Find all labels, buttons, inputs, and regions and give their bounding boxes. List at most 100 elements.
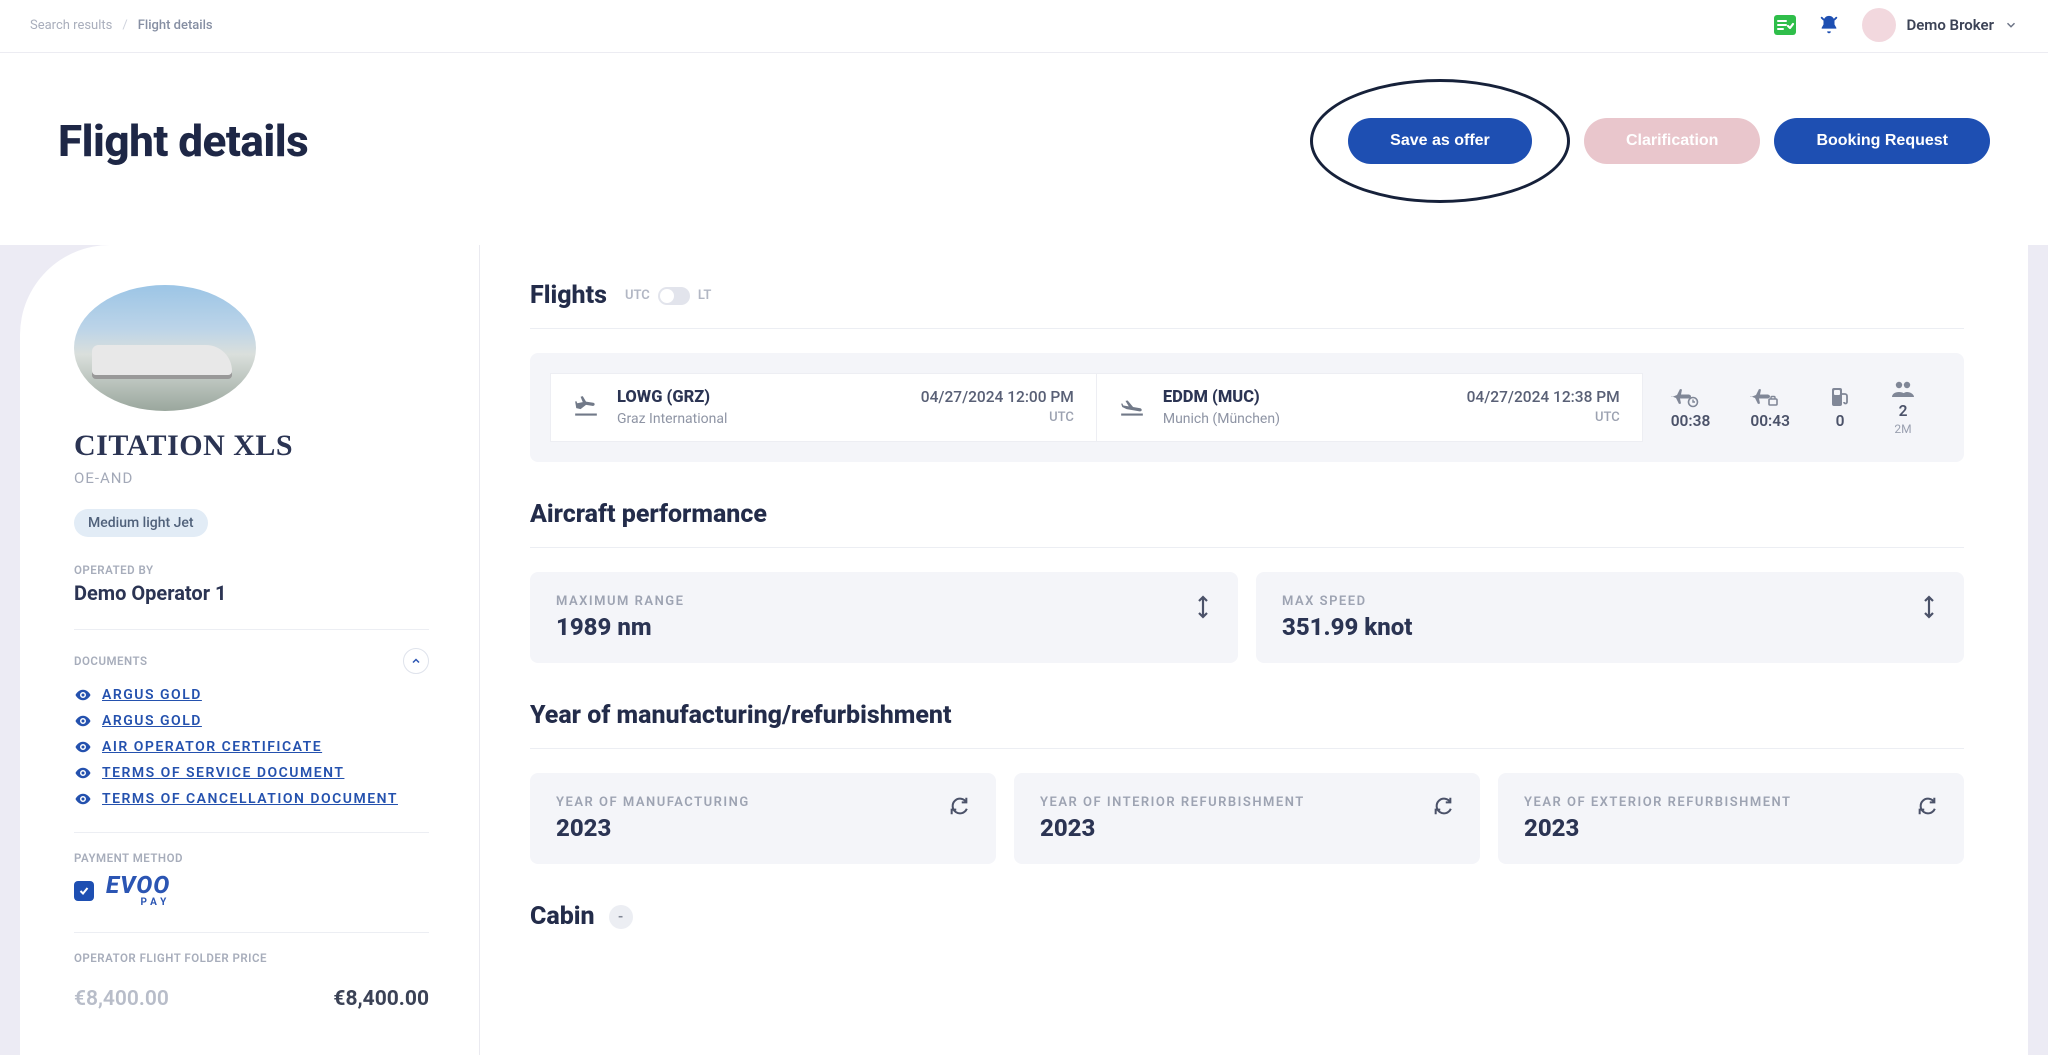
year-manu-value: 2023 [556, 814, 750, 842]
document-list: ARGUS GOLD ARGUS GOLD AIR OPERATOR CERTI… [74, 686, 429, 808]
user-menu[interactable]: Demo Broker [1862, 8, 2018, 42]
aircraft-image [74, 285, 256, 411]
aircraft-registration: OE-AND [74, 469, 429, 487]
max-range-label: MAXIMUM RANGE [556, 594, 684, 609]
year-interior-card: YEAR OF INTERIOR REFURBISHMENT 2023 [1014, 773, 1480, 864]
plane-clock-icon [1671, 386, 1711, 408]
booking-request-button[interactable]: Booking Request [1774, 118, 1990, 164]
price-block: €8,400.00 €8,400.00 [74, 987, 429, 1011]
dest-tz: UTC [1467, 410, 1620, 425]
tz-lt-label: LT [698, 288, 712, 303]
pax-count: 2 [1890, 402, 1916, 420]
stat-block-time: 00:43 [1750, 386, 1790, 430]
eye-icon [74, 738, 92, 756]
documents-header[interactable]: DOCUMENTS [74, 648, 429, 674]
document-link[interactable]: AIR OPERATOR CERTIFICATE [74, 738, 429, 756]
dest-name: Munich (München) [1163, 411, 1280, 427]
breadcrumb: Search results / Flight details [30, 18, 213, 33]
cabin-section: Cabin - [530, 902, 1964, 931]
origin-code: LOWG (GRZ) [617, 388, 727, 407]
topbar-right: Demo Broker [1774, 8, 2018, 42]
flights-title: Flights [530, 281, 607, 310]
plane-landing-icon [1119, 394, 1145, 420]
origin-tz: UTC [921, 410, 1074, 425]
year-manu-card: YEAR OF MANUFACTURING 2023 [530, 773, 996, 864]
aircraft-category-chip: Medium light Jet [74, 509, 208, 537]
header: Flight details Save as offer Clarificati… [0, 53, 2048, 245]
voopay-logo: EVOO [106, 875, 170, 897]
document-name: TERMS OF SERVICE DOCUMENT [102, 765, 344, 781]
switch-icon[interactable] [658, 287, 690, 305]
year-exterior-value: 2023 [1524, 814, 1792, 842]
payment-row: EVOO PAY [74, 875, 429, 908]
plane-briefcase-icon [1750, 386, 1790, 408]
payment-block: PAYMENT METHOD EVOO PAY [74, 851, 429, 908]
operator-name: Demo Operator 1 [74, 581, 429, 605]
highlight-ellipse: Save as offer [1310, 79, 1570, 203]
page-title: Flight details [58, 115, 308, 167]
eye-icon [74, 764, 92, 782]
eye-icon [74, 712, 92, 730]
stat-pax: 2 2M [1890, 380, 1916, 436]
bell-icon[interactable] [1818, 14, 1840, 36]
content-panel: CITATION XLS OE-AND Medium light Jet OPE… [20, 245, 2028, 1055]
pax-breakdown: 2M [1890, 422, 1916, 436]
vertical-arrows-icon [1920, 594, 1938, 620]
breadcrumb-root[interactable]: Search results [30, 18, 112, 33]
flight-duration: 00:38 [1671, 412, 1711, 430]
document-link[interactable]: TERMS OF SERVICE DOCUMENT [74, 764, 429, 782]
chevron-up-icon[interactable] [403, 648, 429, 674]
year-exterior-card: YEAR OF EXTERIOR REFURBISHMENT 2023 [1498, 773, 1964, 864]
max-speed-value: 351.99 knot [1282, 613, 1412, 641]
year-exterior-label: YEAR OF EXTERIOR REFURBISHMENT [1524, 795, 1792, 810]
block-time: 00:43 [1750, 412, 1790, 430]
eye-icon [74, 790, 92, 808]
operator-block: OPERATED BY Demo Operator 1 [74, 563, 429, 605]
max-speed-card: MAX SPEED 351.99 knot [1256, 572, 1964, 663]
vertical-arrows-icon [1194, 594, 1212, 620]
max-range-card: MAXIMUM RANGE 1989 nm [530, 572, 1238, 663]
year-manu-label: YEAR OF MANUFACTURING [556, 795, 750, 810]
payment-label: PAYMENT METHOD [74, 851, 429, 865]
performance-grid: MAXIMUM RANGE 1989 nm MAX SPEED 351.99 k… [530, 572, 1964, 663]
breadcrumb-sep: / [122, 18, 127, 33]
year-grid: YEAR OF MANUFACTURING 2023 YEAR OF INTER… [530, 773, 1964, 864]
checkbox-checked-icon[interactable] [74, 881, 94, 901]
main-content: Flights UTC LT LOWG (GRZ [480, 245, 2028, 1055]
max-range-value: 1989 nm [556, 613, 684, 641]
sync-icon [1916, 795, 1938, 817]
top-bar: Search results / Flight details Demo Bro… [0, 0, 2048, 53]
origin-datetime: 04/27/2024 12:00 PM [921, 388, 1074, 406]
document-name: ARGUS GOLD [102, 687, 202, 703]
max-speed-label: MAX SPEED [1282, 594, 1412, 609]
timezone-toggle[interactable]: UTC LT [625, 287, 711, 305]
payment-brand: EVOO PAY [106, 875, 170, 908]
clarification-button[interactable]: Clarification [1584, 118, 1760, 164]
cabin-title: Cabin [530, 902, 595, 931]
document-link[interactable]: ARGUS GOLD [74, 712, 429, 730]
flight-stats: 00:38 00:43 0 [1643, 373, 1944, 442]
origin-name: Graz International [617, 411, 727, 427]
stat-fuel: 0 [1830, 386, 1850, 430]
sync-icon [948, 795, 970, 817]
document-link[interactable]: ARGUS GOLD [74, 686, 429, 704]
document-name: AIR OPERATOR CERTIFICATE [102, 739, 322, 755]
price-base: €8,400.00 [74, 987, 169, 1011]
passengers-icon [1890, 380, 1916, 398]
fuel-stops: 0 [1830, 412, 1850, 430]
tz-utc-label: UTC [625, 288, 650, 303]
checklist-icon[interactable] [1774, 14, 1796, 36]
save-as-offer-button[interactable]: Save as offer [1348, 118, 1532, 164]
stat-flight-time: 00:38 [1671, 386, 1711, 430]
flight-card: LOWG (GRZ) Graz International 04/27/2024… [530, 353, 1964, 462]
cabin-indicator[interactable]: - [609, 905, 633, 929]
leg-group: LOWG (GRZ) Graz International 04/27/2024… [550, 373, 1643, 442]
sync-icon [1432, 795, 1454, 817]
avatar [1862, 8, 1896, 42]
plane-takeoff-icon [573, 394, 599, 420]
user-name: Demo Broker [1906, 16, 1994, 34]
eye-icon [74, 686, 92, 704]
dest-code: EDDM (MUC) [1163, 388, 1280, 407]
fuel-icon [1830, 386, 1850, 408]
document-link[interactable]: TERMS OF CANCELLATION DOCUMENT [74, 790, 429, 808]
